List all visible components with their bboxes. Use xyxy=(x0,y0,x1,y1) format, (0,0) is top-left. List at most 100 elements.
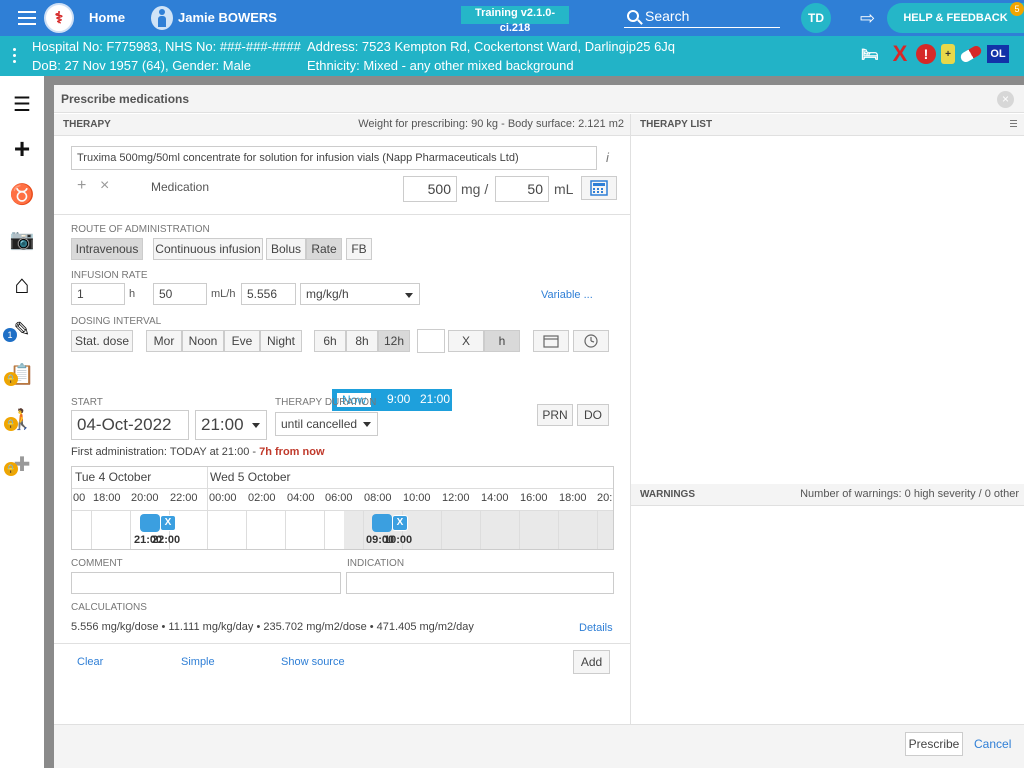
chevron-down-icon xyxy=(363,422,371,427)
no-cpr-x-icon[interactable]: X xyxy=(889,41,911,66)
times-x-button[interactable]: X xyxy=(448,330,484,352)
evening-button[interactable]: Eve xyxy=(224,330,260,352)
comment-input[interactable] xyxy=(71,572,341,594)
route-continuous-button[interactable]: Continuous infusion xyxy=(153,238,263,260)
prescribe-button[interactable]: Prescribe xyxy=(905,732,963,756)
noon-button[interactable]: Noon xyxy=(182,330,224,352)
route-intravenous-button[interactable]: Intravenous xyxy=(71,238,143,260)
hours-h-button[interactable]: h xyxy=(484,330,520,352)
infusion-unit-select[interactable]: mg/kg/h xyxy=(300,283,420,305)
infusion-ml-input[interactable]: 50 xyxy=(153,283,207,305)
app-logo-icon[interactable]: ⚕ xyxy=(44,3,74,33)
warnings-summary: Number of warnings: 0 high severity / 0 … xyxy=(800,488,1019,500)
camera-icon[interactable]: 📷 xyxy=(0,219,44,259)
chip-0900[interactable]: 9:00 xyxy=(387,392,410,406)
dose-remove-x[interactable]: X xyxy=(392,515,408,531)
plus-icon[interactable]: + xyxy=(0,129,44,169)
modal-footer: Prescribe Cancel xyxy=(54,724,1024,768)
route-fb-button[interactable]: FB xyxy=(346,238,372,260)
timeline-day-1: Tue 4 October xyxy=(75,470,152,484)
simple-link[interactable]: Simple xyxy=(181,656,215,668)
timeline-grid xyxy=(324,510,325,549)
list-icon[interactable]: ☰ xyxy=(0,84,44,124)
dose-block[interactable] xyxy=(372,514,392,532)
route-rate-button[interactable]: Rate xyxy=(306,238,342,260)
mlh-unit: mL/h xyxy=(211,288,236,300)
info-icon[interactable]: i xyxy=(606,150,609,165)
hours-unit: h xyxy=(129,288,136,300)
prescribe-modal: Prescribe medications × THERAPY Weight f… xyxy=(54,85,1024,768)
divider xyxy=(54,214,630,215)
timeline-hour: 08:00 xyxy=(364,492,392,504)
home-link[interactable]: Home xyxy=(89,10,125,25)
notification-badge[interactable]: 5 xyxy=(1010,2,1024,16)
start-time-select[interactable]: 21:00 xyxy=(195,410,267,440)
patient-name[interactable]: Jamie BOWERS xyxy=(178,10,277,25)
hamburger-menu-icon[interactable] xyxy=(18,11,36,25)
pill-icon[interactable] xyxy=(958,44,984,64)
ol-badge-icon[interactable]: OL xyxy=(987,45,1009,63)
logout-icon[interactable]: ⇨ xyxy=(860,9,880,27)
infusion-rate-input[interactable]: 5.556 xyxy=(241,283,296,305)
medication-label: Medication xyxy=(151,180,210,194)
user-avatar[interactable]: TD xyxy=(801,3,831,33)
stethoscope-icon[interactable]: ♉ xyxy=(0,174,44,214)
bottle-icon[interactable]: + xyxy=(941,44,955,64)
timing-clock-button[interactable] xyxy=(573,330,609,352)
timeline-grid xyxy=(130,510,131,549)
custom-interval-input[interactable] xyxy=(417,329,445,353)
list-menu-icon[interactable] xyxy=(1010,120,1017,129)
dose-timeline[interactable]: Tue 4 October Wed 5 October 00 18:00 20:… xyxy=(71,466,614,550)
calculations-value: 5.556 mg/kg/dose • 11.111 mg/kg/day • 23… xyxy=(71,621,474,633)
hospital-number: Hospital No: F775983, NHS No: ###-###-##… xyxy=(32,39,301,54)
close-icon[interactable]: × xyxy=(997,91,1014,108)
indication-input[interactable] xyxy=(346,572,614,594)
prn-button[interactable]: PRN xyxy=(537,404,573,426)
remove-icon[interactable]: × xyxy=(100,177,109,195)
timeline-hour: 06:00 xyxy=(325,492,353,504)
dose-block[interactable] xyxy=(140,514,160,532)
timeline-grid xyxy=(285,510,286,549)
therapy-list-label: THERAPY LIST xyxy=(640,119,713,130)
variable-link[interactable]: Variable ... xyxy=(541,289,593,301)
timeline-hour: 18:00 xyxy=(93,492,121,504)
add-button[interactable]: Add xyxy=(573,650,610,674)
calculator-button[interactable] xyxy=(581,176,617,200)
clear-link[interactable]: Clear xyxy=(77,656,103,668)
search-input[interactable]: Search xyxy=(624,4,780,28)
lock-icon: 🔒 xyxy=(4,462,18,476)
infusion-hours-input[interactable]: 1 xyxy=(71,283,125,305)
help-feedback-button[interactable]: HELP & FEEDBACK xyxy=(887,3,1024,33)
dose-remove-x[interactable]: X xyxy=(160,515,176,531)
start-date-input[interactable]: 04-Oct-2022 xyxy=(71,410,189,440)
banner-more-icon[interactable] xyxy=(13,48,17,66)
interval-12h-button[interactable]: 12h xyxy=(378,330,410,352)
medication-name-field[interactable]: Truxima 500mg/50ml concentrate for solut… xyxy=(71,146,597,170)
cancel-link[interactable]: Cancel xyxy=(974,737,1011,751)
dose-mg-input[interactable]: 500 xyxy=(403,176,457,202)
morning-button[interactable]: Mor xyxy=(146,330,182,352)
alert-icon[interactable]: ! xyxy=(916,44,936,64)
right-panel: THERAPY LIST WARNINGS Number of warnings… xyxy=(630,114,1024,724)
weight-info: Weight for prescribing: 90 kg - Body sur… xyxy=(358,118,624,130)
interval-6h-button[interactable]: 6h xyxy=(314,330,346,352)
show-source-link[interactable]: Show source xyxy=(281,656,345,668)
do-button[interactable]: DO xyxy=(577,404,609,426)
timeline-hour: 12:00 xyxy=(442,492,470,504)
stat-dose-button[interactable]: Stat. dose xyxy=(71,330,133,352)
interval-8h-button[interactable]: 8h xyxy=(346,330,378,352)
night-button[interactable]: Night xyxy=(260,330,302,352)
add-icon[interactable]: + xyxy=(77,177,86,195)
timeline-hour: 14:00 xyxy=(481,492,509,504)
chip-2100[interactable]: 21:00 xyxy=(420,392,450,406)
therapy-duration-select[interactable]: until cancelled xyxy=(275,412,378,436)
timeline-hour: 22:00 xyxy=(170,492,198,504)
dose-ml-input[interactable]: 50 xyxy=(495,176,549,202)
warnings-header: WARNINGS Number of warnings: 0 high seve… xyxy=(631,484,1024,506)
route-bolus-button[interactable]: Bolus xyxy=(266,238,306,260)
details-link[interactable]: Details xyxy=(579,622,613,634)
home-icon[interactable]: ⌂ xyxy=(0,264,44,304)
bed-icon[interactable]: 🛏 xyxy=(856,44,884,64)
left-rail: ☰ + ♉ 📷 ⌂ ✎ 1 📋 🔒 🚶 🔒 ✚ 🔒 xyxy=(0,76,44,768)
calendar-button[interactable] xyxy=(533,330,569,352)
